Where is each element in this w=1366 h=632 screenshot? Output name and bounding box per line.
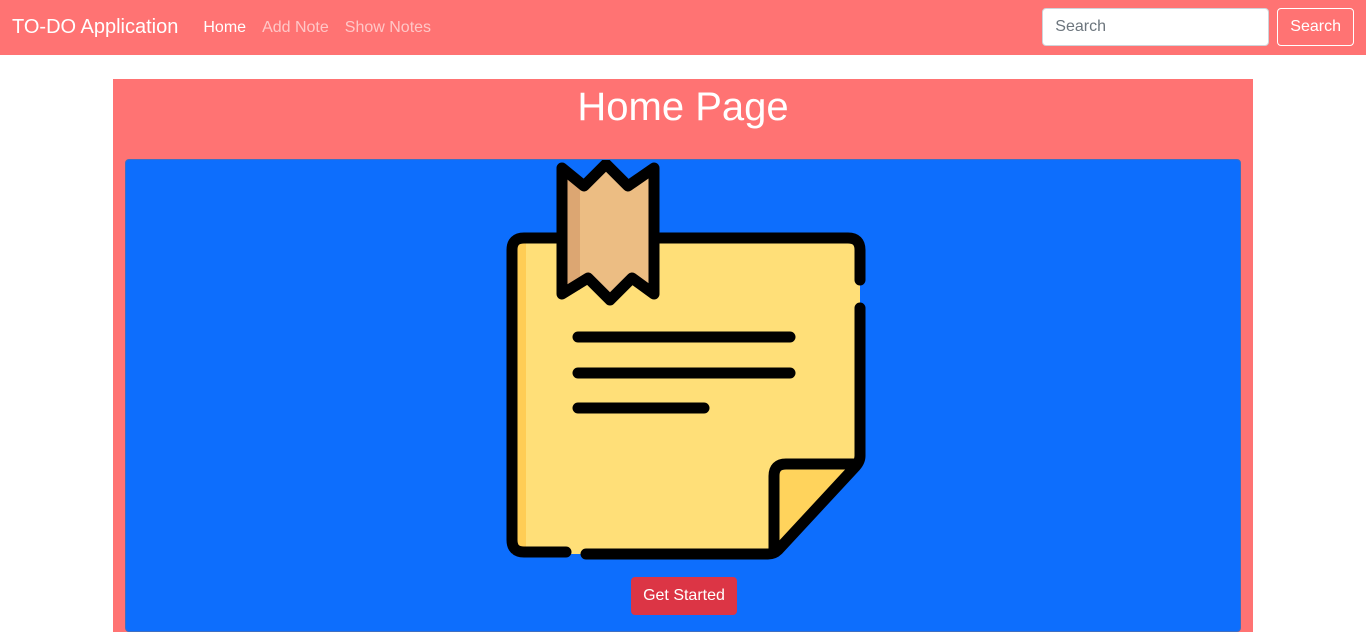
get-started-button[interactable]: Get Started [631, 577, 737, 615]
nav-link-add-note[interactable]: Add Note [262, 19, 329, 37]
search-input[interactable] [1042, 8, 1270, 46]
nav-link-show-notes[interactable]: Show Notes [345, 19, 431, 37]
main-container: Home Page Get Started [113, 79, 1253, 632]
search-form: Search [1042, 8, 1354, 46]
nav-link-home[interactable]: Home [203, 19, 246, 37]
sticky-note-icon [506, 160, 866, 560]
brand-title[interactable]: TO-DO Application [12, 16, 178, 39]
hero-card: Get Started [125, 159, 1241, 632]
page-title: Home Page [577, 85, 789, 129]
search-button[interactable]: Search [1277, 8, 1354, 46]
top-navbar: TO-DO Application Home Add Note Show Not… [0, 0, 1366, 55]
nav-links: Home Add Note Show Notes [203, 19, 447, 37]
